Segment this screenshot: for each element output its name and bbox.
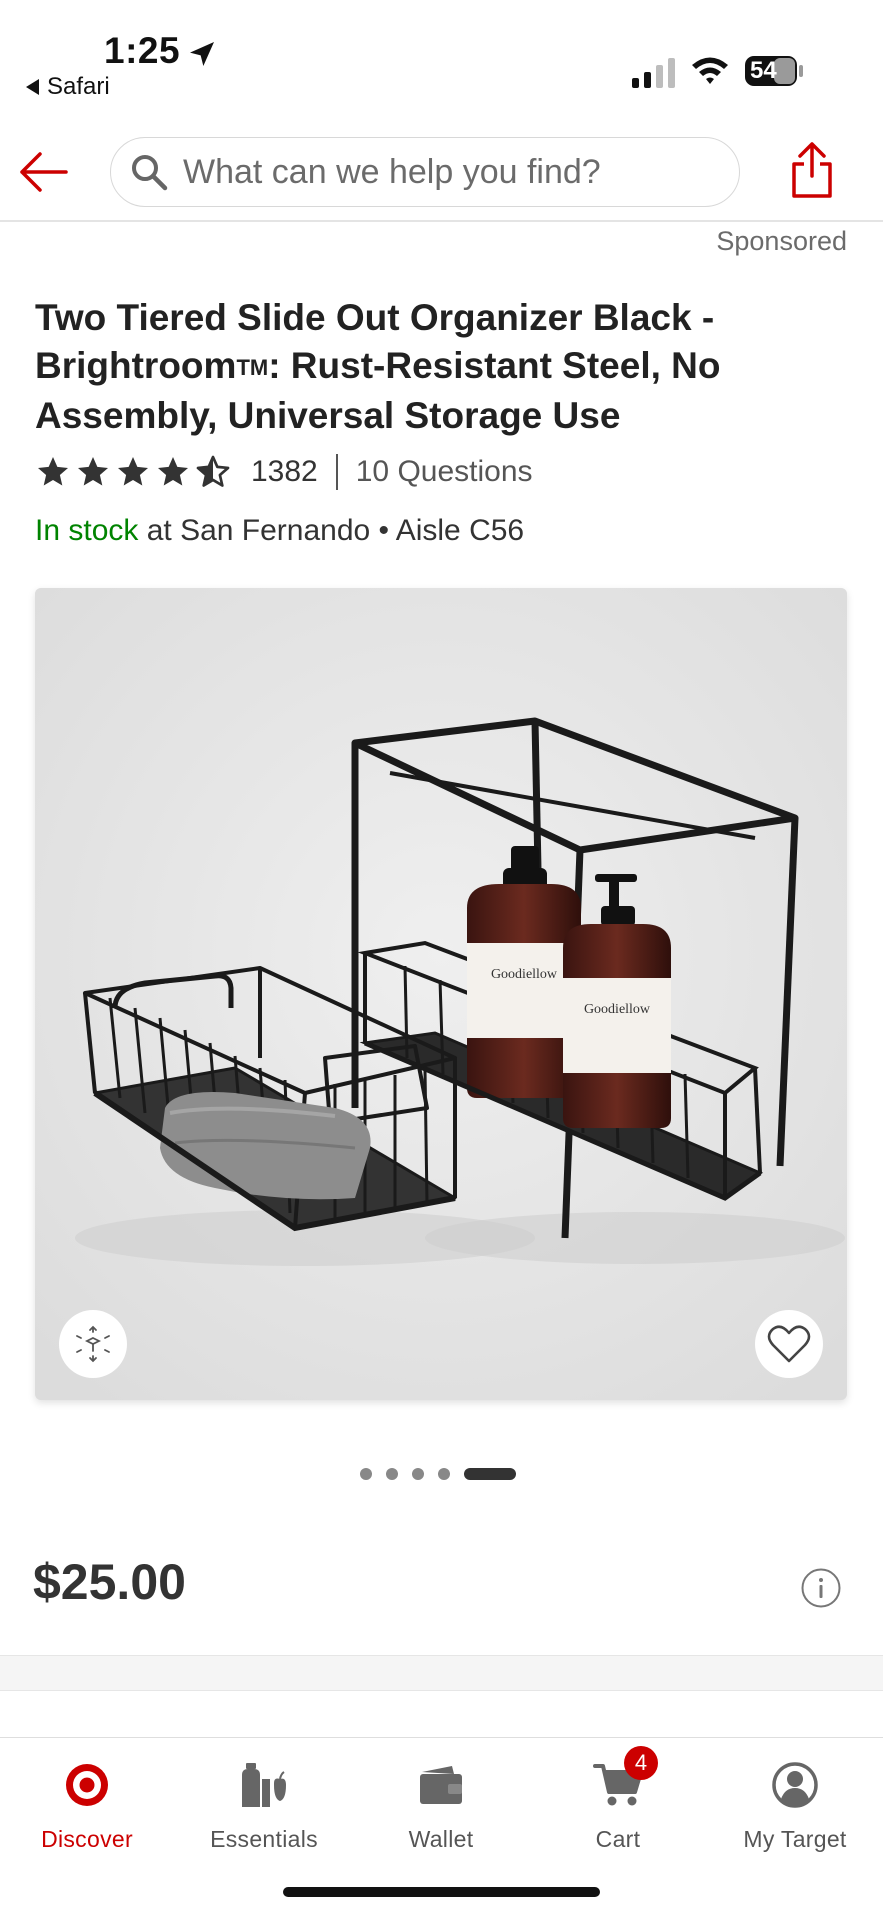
- wallet-icon: [420, 1766, 462, 1804]
- carousel-dot-active[interactable]: [464, 1468, 516, 1480]
- status-bar: 1:25 Safari 54: [0, 0, 883, 120]
- star-icon: [118, 457, 148, 486]
- rating-row[interactable]: 1382 10 Questions: [35, 450, 533, 494]
- tab-my-target[interactable]: My Target: [715, 1756, 875, 1853]
- bottle-brand-text: Goodiellow: [491, 967, 558, 982]
- product-image[interactable]: Goodiellow Goodiellow: [35, 588, 847, 1400]
- heart-icon: [767, 1325, 811, 1363]
- search-icon: [132, 155, 168, 191]
- back-triangle-icon: [26, 79, 39, 95]
- store-aisle-info: at San Fernando • Aisle C56: [138, 514, 525, 547]
- battery-indicator: 54: [744, 55, 804, 87]
- essentials-icon: [242, 1763, 286, 1807]
- stock-status[interactable]: In stock at San Fernando • Aisle C56: [35, 514, 524, 548]
- star-icon: [38, 457, 68, 486]
- search-header: [0, 120, 883, 222]
- section-divider: [0, 1655, 883, 1691]
- carousel-dot[interactable]: [360, 1468, 372, 1480]
- back-arrow-icon[interactable]: [18, 150, 68, 194]
- wifi-icon: [692, 57, 728, 84]
- product-title: Two Tiered Slide Out Organizer Black - B…: [35, 294, 835, 440]
- trademark-symbol: TM: [236, 355, 269, 380]
- tab-label: Essentials: [210, 1826, 318, 1852]
- search-input[interactable]: [183, 152, 723, 192]
- organizer-illustration: Goodiellow Goodiellow: [35, 588, 847, 1400]
- cellular-signal-icon: [632, 58, 675, 88]
- back-app-label: Safari: [47, 73, 110, 100]
- ar-cube-icon: [76, 1325, 110, 1363]
- tab-essentials[interactable]: Essentials: [184, 1756, 344, 1853]
- carousel-indicator[interactable]: [360, 1468, 516, 1480]
- star-icon: [78, 457, 108, 486]
- in-stock-label: In stock: [35, 514, 139, 547]
- divider: [335, 454, 338, 490]
- tab-label: Cart: [595, 1826, 641, 1852]
- tab-label: Wallet: [408, 1826, 474, 1852]
- star-rating: [35, 454, 231, 490]
- half-star-icon: [196, 455, 230, 487]
- location-arrow-icon: [190, 42, 214, 66]
- carousel-dot[interactable]: [438, 1468, 450, 1480]
- person-icon: [772, 1762, 818, 1808]
- tab-label: My Target: [743, 1826, 847, 1852]
- tab-cart[interactable]: 4 Cart: [538, 1746, 698, 1853]
- cart-count-badge: 4: [624, 1746, 658, 1780]
- tab-label: Discover: [41, 1826, 133, 1852]
- tab-discover[interactable]: Discover: [7, 1756, 167, 1853]
- home-indicator[interactable]: [283, 1887, 600, 1897]
- rating-count: 1382: [251, 455, 318, 488]
- view-in-3d-button[interactable]: [59, 1310, 127, 1378]
- search-bar[interactable]: [110, 137, 740, 207]
- target-bullseye-icon: [66, 1764, 108, 1806]
- carousel-dot[interactable]: [386, 1468, 398, 1480]
- back-to-safari[interactable]: Safari: [26, 73, 110, 101]
- bottle-brand-text: Goodiellow: [584, 1002, 651, 1017]
- tab-wallet[interactable]: Wallet: [361, 1756, 521, 1853]
- star-icon: [158, 457, 188, 486]
- info-icon[interactable]: [800, 1567, 842, 1609]
- carousel-dot[interactable]: [412, 1468, 424, 1480]
- clock: 1:25: [104, 30, 181, 71]
- favorite-button[interactable]: [755, 1310, 823, 1378]
- battery-percent: 54: [750, 57, 777, 84]
- share-icon[interactable]: [790, 142, 834, 198]
- product-price: $25.00: [33, 1554, 186, 1610]
- questions-link[interactable]: 10 Questions: [356, 455, 533, 489]
- sponsored-label: Sponsored: [716, 226, 847, 256]
